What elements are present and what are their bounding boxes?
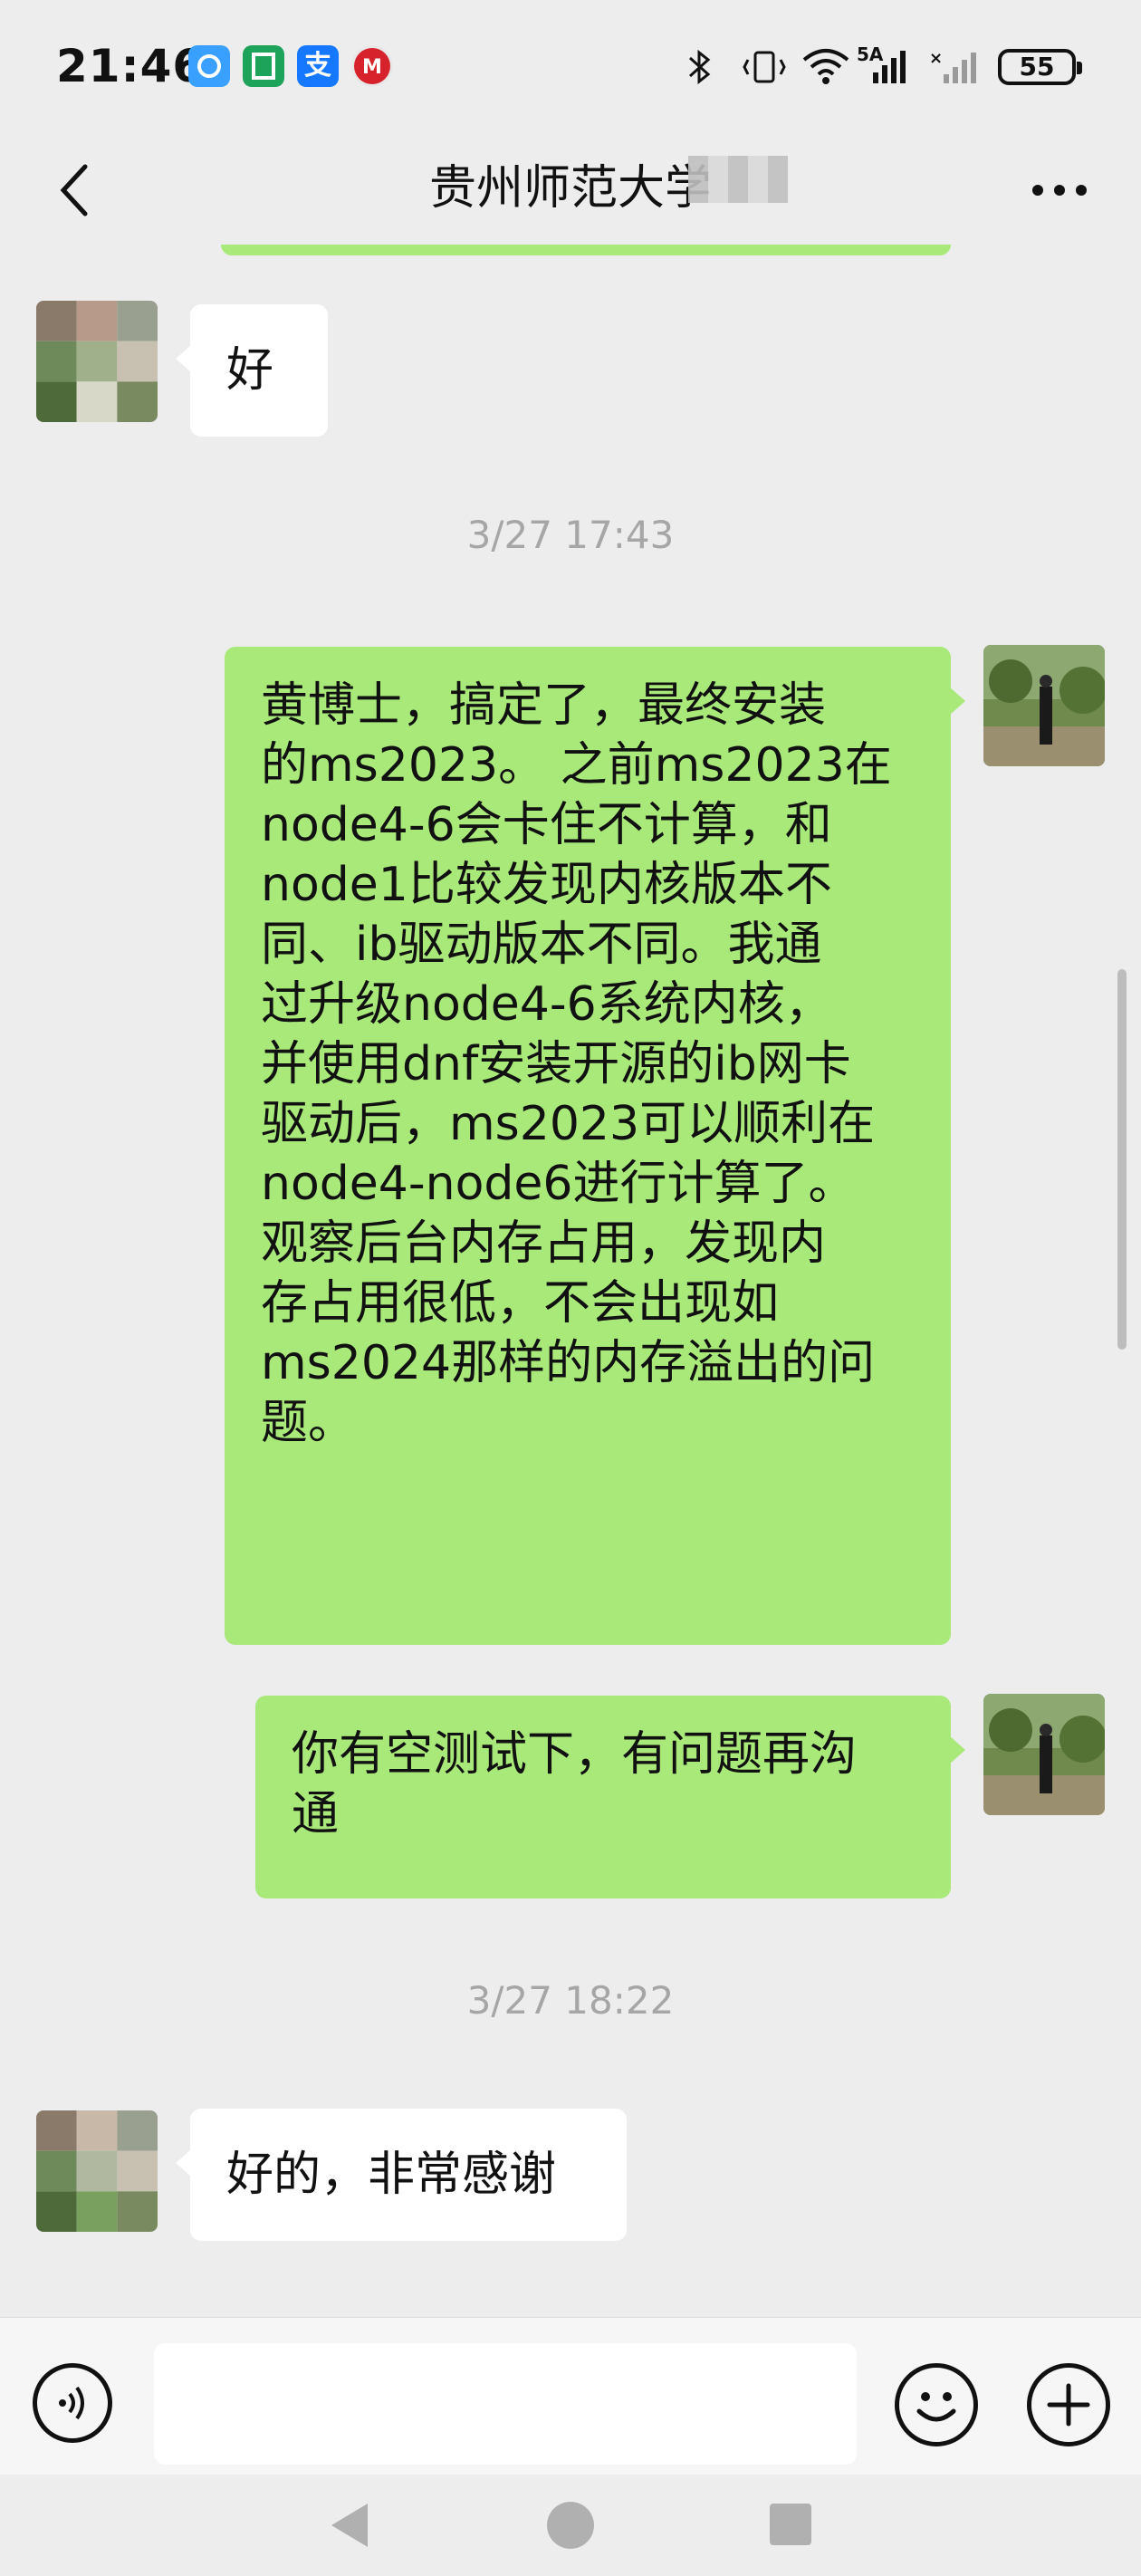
message-line: 过升级node4-6系统内核， bbox=[261, 977, 832, 1032]
message-line: 通 bbox=[292, 1787, 340, 1841]
message-line: 观察后台内存占用，发现内 bbox=[261, 1216, 827, 1271]
triangle-back-icon bbox=[331, 2504, 368, 2547]
nav-recents-button[interactable] bbox=[768, 2502, 813, 2551]
message-line: 你有空测试下，有问题再沟 bbox=[292, 1727, 858, 1782]
signal-secondary-icon: × bbox=[929, 49, 976, 83]
voice-button[interactable] bbox=[33, 2363, 112, 2443]
received-message-bubble[interactable]: 好的，非常感谢 bbox=[176, 2109, 627, 2241]
avatar-image bbox=[36, 2110, 158, 2232]
vibrate-icon bbox=[743, 51, 786, 83]
message-text: 好的，非常感谢 bbox=[226, 2148, 557, 2202]
clock: 21:46 bbox=[56, 40, 206, 92]
received-message-bubble[interactable]: 好 bbox=[176, 304, 328, 437]
system-navigation-bar bbox=[0, 2475, 1141, 2576]
contact-avatar[interactable] bbox=[36, 2110, 158, 2232]
nav-home-button[interactable] bbox=[545, 2500, 596, 2554]
message-line: 黄博士，搞定了，最终安装 bbox=[261, 678, 827, 733]
sent-message-bubble[interactable]: 黄博士，搞定了，最终安装 的ms2023。 之前ms2023在 node4-6会… bbox=[225, 647, 965, 1645]
alipay-app-icon: 支 bbox=[297, 45, 339, 87]
battery-indicator: 55 bbox=[998, 49, 1082, 85]
more-options-button[interactable] bbox=[1023, 172, 1096, 208]
bluetooth-icon bbox=[688, 49, 711, 85]
my-avatar[interactable] bbox=[983, 645, 1105, 766]
tp-link-app-icon bbox=[188, 45, 230, 87]
voice-icon bbox=[59, 2386, 84, 2420]
plus-icon bbox=[1047, 2383, 1090, 2427]
wifi-icon bbox=[802, 49, 849, 84]
sent-message-bubble[interactable]: 你有空测试下，有问题再沟 通 bbox=[255, 1696, 965, 1898]
message-input[interactable] bbox=[154, 2343, 857, 2465]
scrollbar[interactable] bbox=[1117, 969, 1127, 1350]
message-line: 驱动后，ms2023可以顺利在 bbox=[261, 1097, 876, 1151]
avatar-image bbox=[983, 645, 1105, 766]
contact-avatar[interactable] bbox=[36, 301, 158, 422]
message-timestamp: 3/27 17:43 bbox=[466, 513, 675, 557]
message-line: node4-6会卡住不计算，和 bbox=[261, 798, 832, 852]
chat-title: 贵州师范大学 bbox=[428, 161, 712, 216]
emoji-icon bbox=[916, 2392, 956, 2422]
message-line: 题。 bbox=[261, 1396, 356, 1450]
bank-app-icon: M bbox=[351, 45, 393, 87]
message-line: ms2024那样的内存溢出的问 bbox=[261, 1336, 876, 1390]
message-line: 存占用很低，不会出现如 bbox=[261, 1276, 780, 1331]
more-dots-icon bbox=[1032, 185, 1087, 196]
status-bar: 21:46 支 M 5A × 55 bbox=[0, 0, 1141, 136]
avatar-image bbox=[36, 301, 158, 422]
message-line: 并使用dnf安装开源的ib网卡 bbox=[261, 1037, 851, 1091]
message-line: 的ms2023。 之前ms2023在 bbox=[261, 738, 892, 793]
svg-text:×: × bbox=[929, 49, 943, 68]
my-avatar[interactable] bbox=[983, 1694, 1105, 1815]
redacted-name bbox=[688, 156, 788, 203]
square-recents-icon bbox=[770, 2504, 811, 2545]
message-line: node1比较发现内核版本不 bbox=[261, 858, 832, 912]
document-app-icon bbox=[243, 45, 284, 87]
svg-text:M: M bbox=[362, 56, 382, 79]
circle-home-icon bbox=[547, 2502, 594, 2549]
emoji-button[interactable] bbox=[895, 2363, 978, 2446]
input-bar bbox=[0, 2317, 1141, 2475]
nav-back-button[interactable] bbox=[328, 2500, 373, 2554]
message-text: 好 bbox=[226, 343, 274, 398]
message-timestamp: 3/27 18:22 bbox=[466, 1978, 675, 2023]
message-line: 同、ib驱动版本不同。我通 bbox=[261, 918, 822, 972]
avatar-image bbox=[983, 1694, 1105, 1815]
message-line: node4-node6进行计算了。 bbox=[261, 1157, 856, 1211]
signal-icon bbox=[873, 51, 906, 83]
chat-header: 贵州师范大学 bbox=[0, 136, 1141, 245]
plus-button[interactable] bbox=[1027, 2363, 1110, 2446]
previous-message-bubble bbox=[221, 245, 951, 255]
